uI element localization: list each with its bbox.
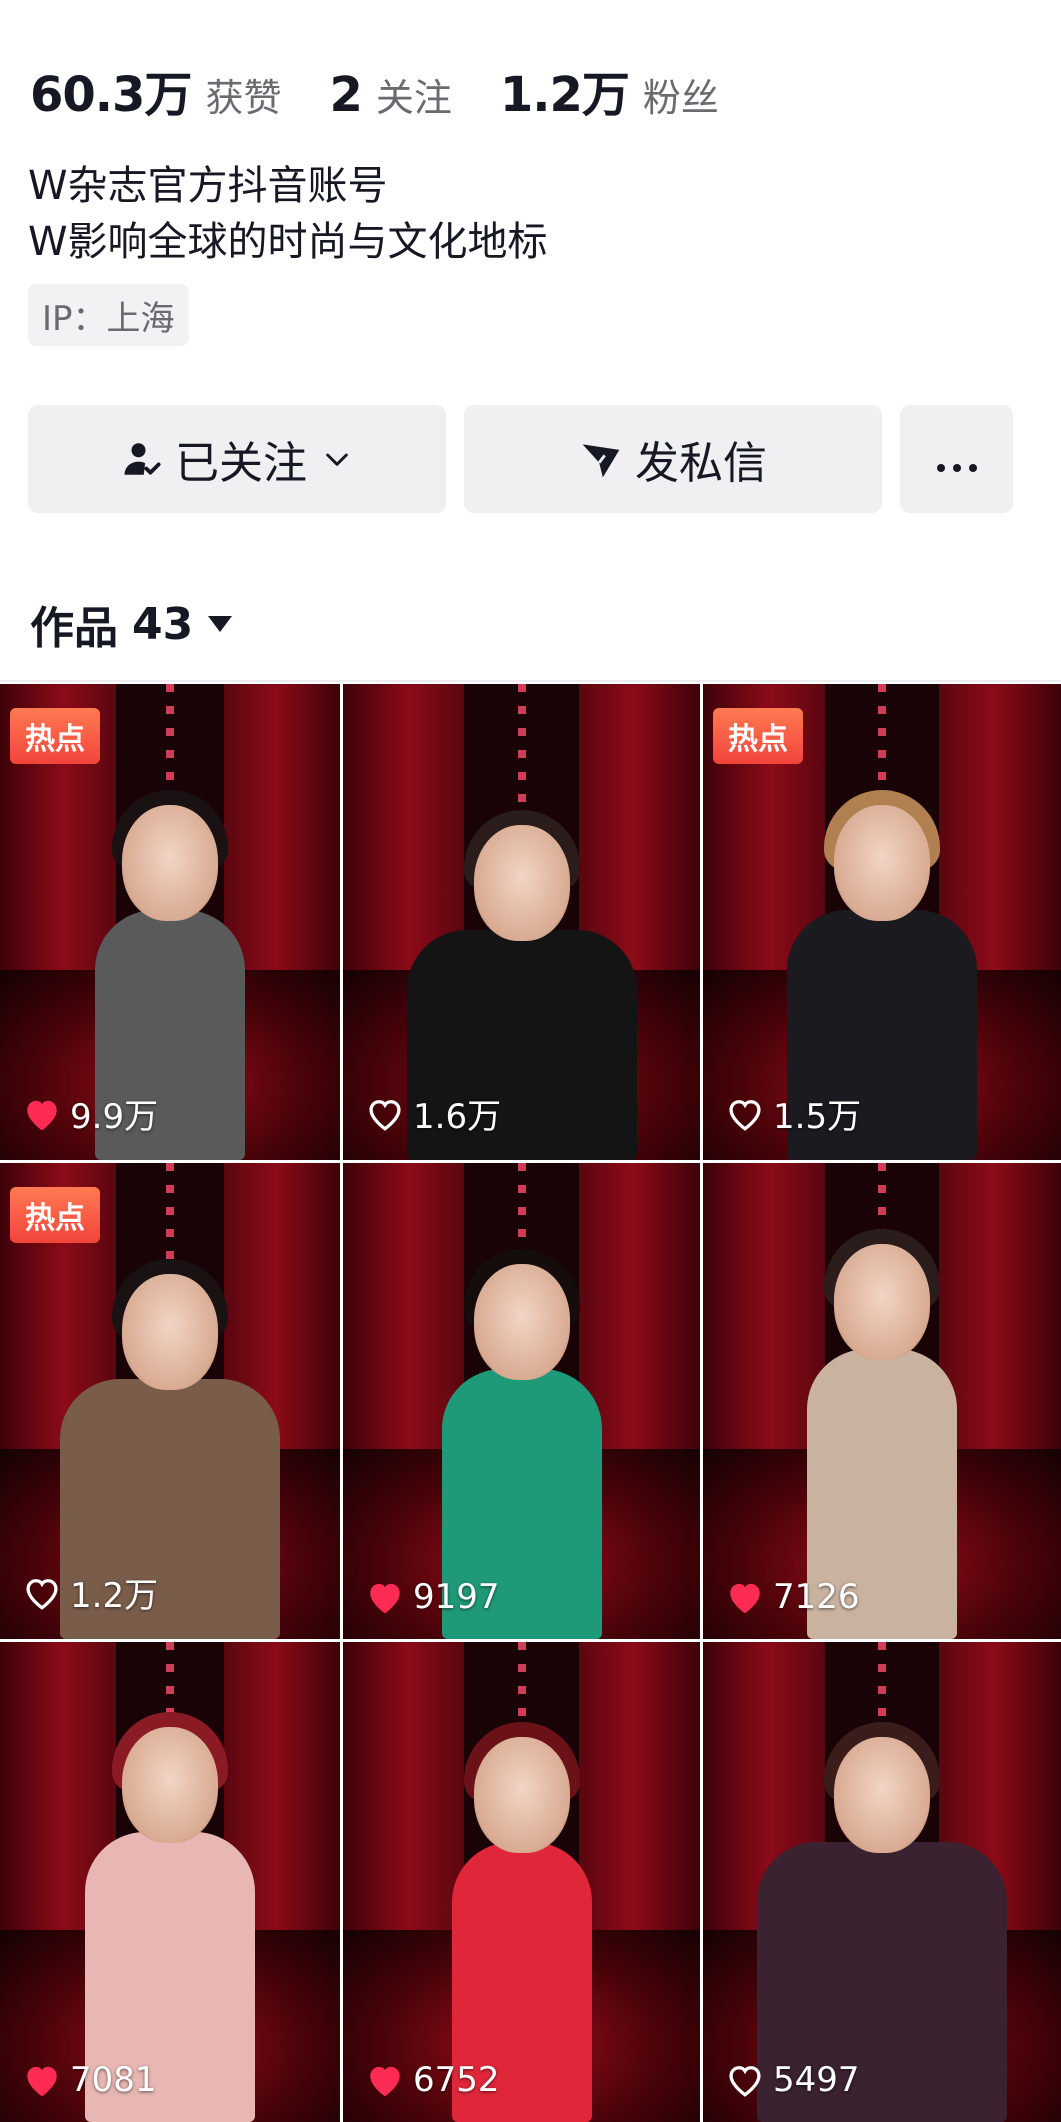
heart-filled-icon bbox=[370, 1583, 400, 1614]
like-count-value: 5497 bbox=[773, 2060, 860, 2100]
video-thumbnail[interactable]: 9197 bbox=[343, 1163, 700, 1639]
paper-plane-icon bbox=[579, 437, 623, 481]
video-thumbnail[interactable]: 7126 bbox=[703, 1163, 1061, 1639]
video-thumbnail[interactable]: 1.6万 bbox=[343, 684, 700, 1160]
hot-badge: 热点 bbox=[10, 708, 100, 764]
profile-stats: 60.3万 获赞 2 关注 1.2万 粉丝 bbox=[30, 55, 767, 125]
thumbnail-image bbox=[703, 1642, 1061, 2122]
stat-label: 获赞 bbox=[205, 76, 282, 120]
video-thumbnail[interactable]: 热点 1.5万 bbox=[703, 684, 1061, 1160]
followed-button-label: 已关注 bbox=[175, 438, 307, 489]
caret-down-icon bbox=[207, 614, 233, 634]
divider bbox=[0, 680, 1061, 682]
video-thumbnail[interactable]: 5497 bbox=[703, 1642, 1061, 2122]
stat-following[interactable]: 2 关注 bbox=[329, 67, 451, 123]
thumbnail-image bbox=[343, 1642, 700, 2122]
like-count: 1.2万 bbox=[22, 1568, 158, 1617]
like-count-value: 1.6万 bbox=[413, 1097, 502, 1137]
stat-followers[interactable]: 1.2万 粉丝 bbox=[500, 55, 719, 125]
like-count-value: 9197 bbox=[413, 1577, 500, 1617]
heart-filled-icon bbox=[27, 2066, 57, 2097]
like-count-value: 7126 bbox=[773, 1577, 860, 1617]
stat-number: 1.2万 bbox=[499, 67, 630, 123]
stat-number: 60.3万 bbox=[30, 67, 192, 123]
send-message-label: 发私信 bbox=[635, 438, 767, 489]
stat-label: 粉丝 bbox=[642, 76, 719, 120]
like-count-value: 7081 bbox=[70, 2060, 157, 2100]
like-count: 9.9万 bbox=[22, 1089, 158, 1138]
more-dots-icon bbox=[935, 434, 979, 485]
like-count-value: 1.2万 bbox=[70, 1576, 159, 1616]
heart-outline-icon bbox=[729, 1099, 761, 1131]
like-count-value: 6752 bbox=[413, 2060, 500, 2100]
works-label: 作品 bbox=[30, 603, 118, 654]
like-count: 7081 bbox=[22, 2060, 157, 2100]
like-count: 5497 bbox=[725, 2060, 860, 2100]
video-thumbnail[interactable]: 6752 bbox=[343, 1642, 700, 2122]
like-count-value: 1.5万 bbox=[773, 1097, 862, 1137]
like-count: 1.6万 bbox=[365, 1089, 501, 1138]
thumbnail-image bbox=[343, 1163, 700, 1639]
stat-likes[interactable]: 60.3万 获赞 bbox=[30, 55, 281, 125]
like-count: 7126 bbox=[725, 1577, 860, 1617]
followed-button[interactable]: 已关注 bbox=[28, 405, 446, 513]
heart-filled-icon bbox=[27, 1100, 57, 1130]
heart-outline-icon bbox=[369, 1099, 401, 1131]
video-thumbnail[interactable]: 7081 bbox=[0, 1642, 340, 2122]
profile-bio: W杂志官方抖音账号 W影响全球的时尚与文化地标 bbox=[28, 158, 548, 270]
more-options-button[interactable] bbox=[900, 405, 1013, 513]
works-count: 43 bbox=[132, 598, 194, 650]
works-tab[interactable]: 作品 43 bbox=[30, 592, 233, 656]
like-count-value: 9.9万 bbox=[70, 1097, 159, 1137]
chevron-down-icon bbox=[321, 443, 353, 475]
heart-outline-icon bbox=[26, 1578, 58, 1610]
heart-filled-icon bbox=[370, 2066, 400, 2097]
send-message-button[interactable]: 发私信 bbox=[464, 405, 882, 513]
thumbnail-image bbox=[703, 1163, 1061, 1639]
stat-number: 2 bbox=[329, 67, 362, 123]
like-count: 9197 bbox=[365, 1577, 500, 1617]
hot-badge: 热点 bbox=[10, 1187, 100, 1243]
heart-filled-icon bbox=[730, 1583, 760, 1614]
like-count: 1.5万 bbox=[725, 1089, 861, 1138]
video-thumbnail[interactable]: 热点 9.9万 bbox=[0, 684, 340, 1160]
thumbnail-image bbox=[0, 1642, 340, 2122]
heart-outline-icon bbox=[729, 2066, 761, 2097]
hot-badge: 热点 bbox=[713, 708, 803, 764]
like-count: 6752 bbox=[365, 2060, 500, 2100]
video-thumbnail[interactable]: 热点 1.2万 bbox=[0, 1163, 340, 1639]
ip-location-tag: IP：上海 bbox=[28, 284, 189, 346]
stat-label: 关注 bbox=[375, 76, 452, 120]
bio-line: W影响全球的时尚与文化地标 bbox=[28, 219, 548, 265]
bio-line: W杂志官方抖音账号 bbox=[28, 163, 388, 209]
user-check-icon bbox=[121, 438, 163, 480]
